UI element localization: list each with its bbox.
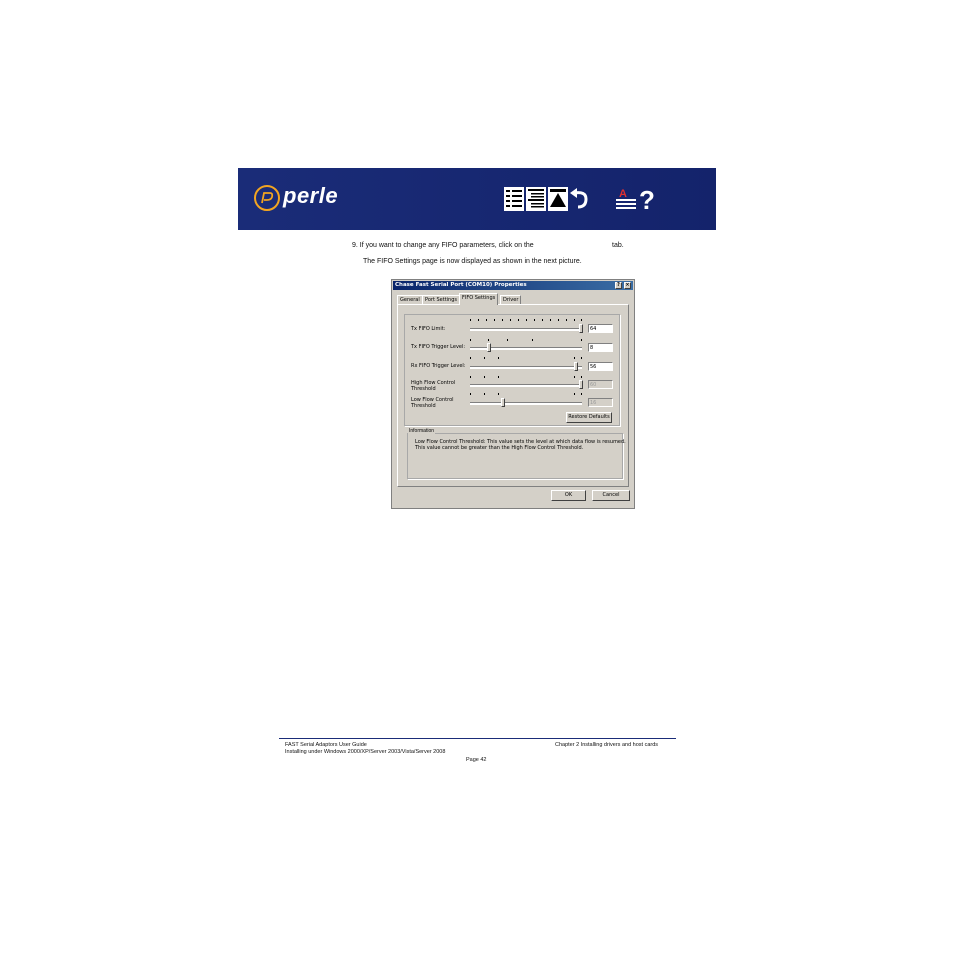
footer-os-line: Installing under Windows 2000/XP/Server … (285, 749, 446, 755)
tx-fifo-limit-label: Tx FIFO Limit: (411, 326, 446, 332)
slider-ticks (470, 357, 582, 360)
rx-trigger-label: Rx FIFO Trigger Level: (411, 363, 466, 369)
restore-defaults-button[interactable]: Restore Defaults (566, 412, 612, 423)
tx-trigger-slider[interactable] (487, 343, 491, 352)
step-tail: tab. (612, 242, 624, 249)
footer-chapter: Chapter 2 Installing drivers and host ca… (555, 742, 659, 748)
high-flow-slider[interactable] (579, 380, 583, 389)
tx-fifo-limit-track (470, 328, 582, 331)
rx-trigger-track (470, 366, 582, 369)
close-button[interactable]: × (624, 282, 631, 289)
rx-trigger-value[interactable]: 56 (588, 362, 613, 371)
perle-logo-mark-icon (254, 185, 280, 211)
tx-fifo-limit-value[interactable]: 64 (588, 324, 613, 333)
step-text: 9. If you want to change any FIFO parame… (352, 242, 534, 249)
ok-button[interactable]: OK (551, 490, 586, 501)
high-flow-value: 60 (588, 380, 613, 389)
low-flow-track (470, 402, 582, 405)
help-button[interactable]: ? (615, 282, 622, 289)
high-flow-label: High Flow Control Threshold (411, 380, 455, 392)
footer-page-number: Page 42 (466, 757, 487, 763)
tx-trigger-value[interactable]: 8 (588, 343, 613, 352)
contents-icon[interactable] (504, 187, 524, 211)
high-flow-track (470, 384, 582, 387)
information-text-line2: This value cannot be greater than the Hi… (415, 445, 584, 451)
low-flow-slider[interactable] (501, 398, 505, 407)
tx-fifo-limit-slider[interactable] (579, 324, 583, 333)
fifo-settings-panel: Tx FIFO Limit: 64 Tx FIFO Trigger Level:… (397, 304, 629, 487)
svg-text:?: ? (639, 187, 655, 211)
step-instruction: 9. If you want to change any FIFO parame… (352, 242, 534, 249)
tx-trigger-label: Tx FIFO Trigger Level: (411, 344, 466, 350)
cancel-button[interactable]: Cancel (592, 490, 630, 501)
low-flow-label-line2: Threshold (411, 403, 436, 409)
brand-name: perle (283, 183, 339, 208)
slider-ticks (470, 339, 582, 342)
tab-fifo-settings[interactable]: FIFO Settings (459, 293, 499, 305)
slider-ticks (470, 376, 582, 379)
sub-instruction: The FIFO Settings page is now displayed … (363, 258, 582, 265)
dialog-title: Chase Fast Serial Port (COM10) Propertie… (395, 282, 527, 288)
perle-logo: perle (254, 183, 364, 215)
back-icon[interactable] (570, 187, 590, 211)
top-icon[interactable] (548, 187, 568, 211)
slider-ticks (470, 393, 582, 396)
help-icon[interactable]: ? (638, 185, 658, 215)
low-flow-label: Low Flow Control Threshold (411, 397, 454, 409)
information-group-label: Information (408, 428, 436, 434)
header-banner: perle A ? (238, 168, 716, 230)
high-flow-label-line2: Threshold (411, 386, 436, 392)
properties-dialog: Chase Fast Serial Port (COM10) Propertie… (391, 279, 635, 509)
index-icon[interactable] (526, 187, 546, 211)
dialog-titlebar: Chase Fast Serial Port (COM10) Propertie… (393, 281, 633, 290)
footer-guide-title: FAST Serial Adaptors User Guide (285, 742, 367, 748)
footer-rule (279, 738, 676, 739)
glossary-icon[interactable]: A (616, 187, 636, 211)
svg-text:A: A (619, 188, 627, 200)
low-flow-value: 16 (588, 398, 613, 407)
rx-trigger-slider[interactable] (574, 362, 578, 371)
slider-ticks (470, 319, 582, 322)
